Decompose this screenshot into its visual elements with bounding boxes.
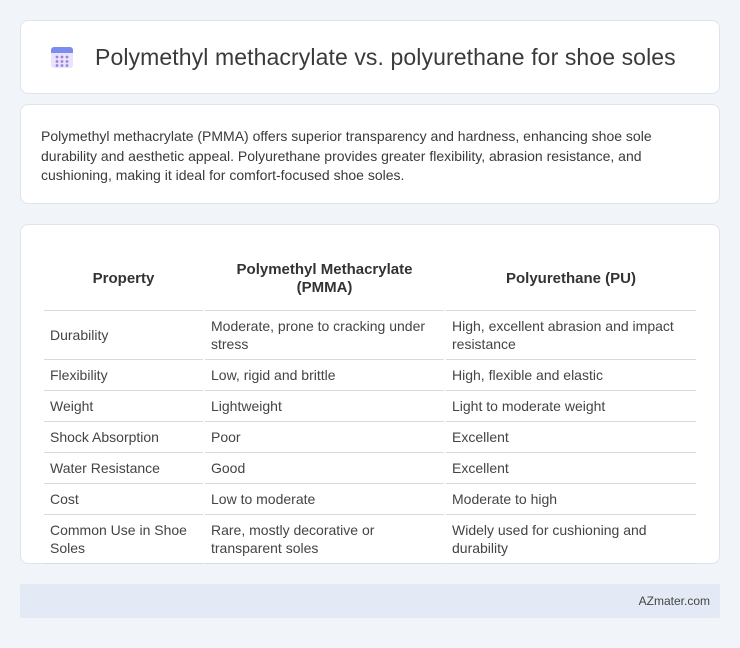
- table-row: Shock Absorption Poor Excellent: [44, 422, 696, 453]
- calendar-icon: [51, 47, 73, 68]
- table-row: Water Resistance Good Excellent: [44, 453, 696, 484]
- cell-property: Durability: [44, 311, 203, 360]
- cell-property: Shock Absorption: [44, 422, 203, 453]
- table-row: Durability Moderate, prone to cracking u…: [44, 311, 696, 360]
- table-row: Weight Lightweight Light to moderate wei…: [44, 391, 696, 422]
- cell-pmma: Rare, mostly decorative or transparent s…: [205, 515, 444, 564]
- header-pu: Polyurethane (PU): [446, 247, 696, 311]
- cell-property: Water Resistance: [44, 453, 203, 484]
- header-property: Property: [44, 247, 203, 311]
- footer-bar: AZmater.com: [20, 584, 720, 618]
- header-card: Polymethyl methacrylate vs. polyurethane…: [20, 20, 720, 94]
- cell-pu: Widely used for cushioning and durabilit…: [446, 515, 696, 564]
- cell-pmma: Low, rigid and brittle: [205, 360, 444, 391]
- cell-pmma: Good: [205, 453, 444, 484]
- table-row: Flexibility Low, rigid and brittle High,…: [44, 360, 696, 391]
- comparison-table-card: Property Polymethyl Methacrylate (PMMA) …: [20, 224, 720, 564]
- cell-pmma: Low to moderate: [205, 484, 444, 515]
- cell-pmma: Lightweight: [205, 391, 444, 422]
- cell-property: Common Use in Shoe Soles: [44, 515, 203, 564]
- comparison-table: Property Polymethyl Methacrylate (PMMA) …: [42, 247, 698, 564]
- cell-property: Flexibility: [44, 360, 203, 391]
- cell-pu: High, excellent abrasion and impact resi…: [446, 311, 696, 360]
- cell-pmma: Poor: [205, 422, 444, 453]
- page-title: Polymethyl methacrylate vs. polyurethane…: [95, 43, 676, 70]
- table-header-row: Property Polymethyl Methacrylate (PMMA) …: [44, 247, 696, 311]
- table-row: Cost Low to moderate Moderate to high: [44, 484, 696, 515]
- cell-pu: Light to moderate weight: [446, 391, 696, 422]
- cell-pmma: Moderate, prone to cracking under stress: [205, 311, 444, 360]
- header-pmma: Polymethyl Methacrylate (PMMA): [205, 247, 444, 311]
- cell-property: Cost: [44, 484, 203, 515]
- cell-pu: High, flexible and elastic: [446, 360, 696, 391]
- footer-brand: AZmater.com: [638, 594, 710, 608]
- summary-card: Polymethyl methacrylate (PMMA) offers su…: [20, 104, 720, 204]
- table-row: Common Use in Shoe Soles Rare, mostly de…: [44, 515, 696, 564]
- summary-text: Polymethyl methacrylate (PMMA) offers su…: [41, 128, 652, 183]
- cell-pu: Excellent: [446, 453, 696, 484]
- cell-pu: Excellent: [446, 422, 696, 453]
- cell-property: Weight: [44, 391, 203, 422]
- cell-pu: Moderate to high: [446, 484, 696, 515]
